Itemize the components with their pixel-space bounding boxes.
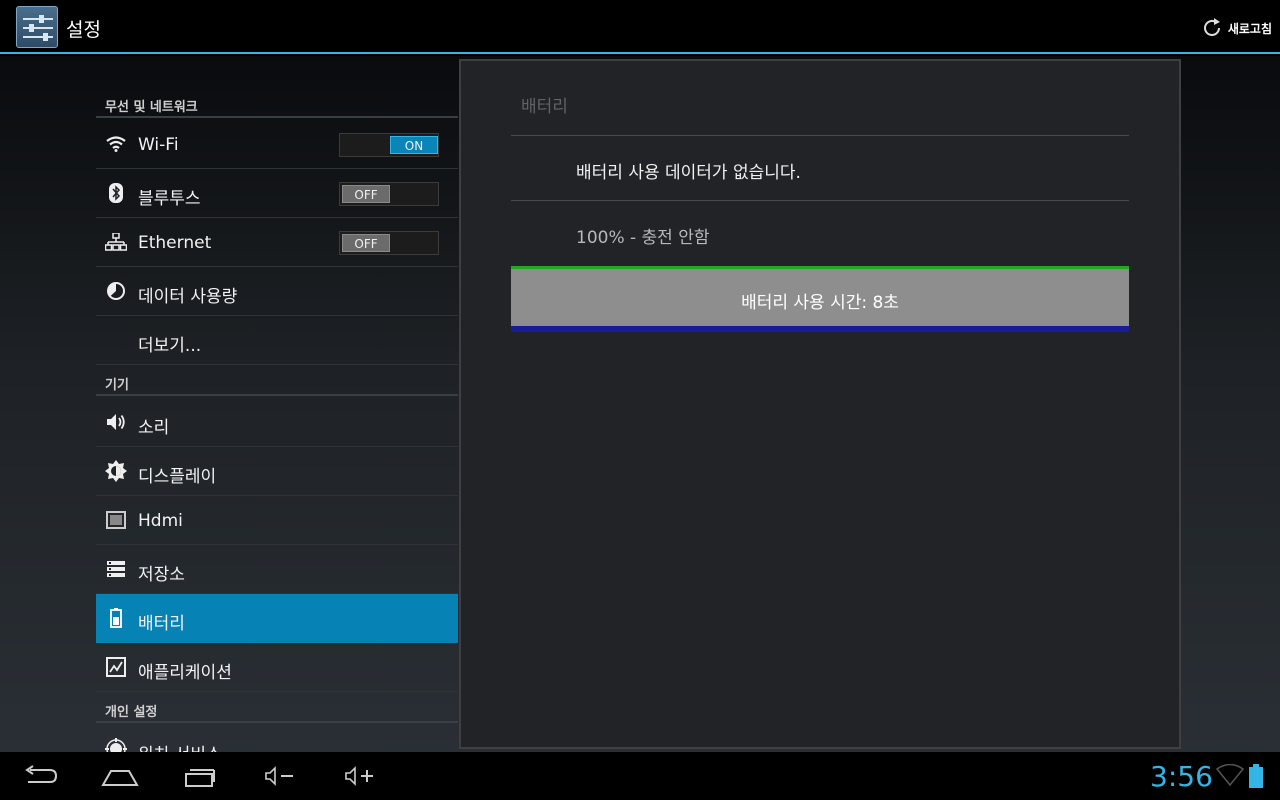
sidebar-item-label: Ethernet	[138, 233, 212, 253]
clock: 3:56	[1150, 760, 1213, 793]
battery-status-icon	[1249, 764, 1263, 788]
battery-detail-panel: 배터리 배터리 사용 데이터가 없습니다. 100% - 충전 안함 배터리 사…	[459, 59, 1181, 749]
ethernet-icon	[105, 231, 127, 253]
section-header-wireless: 무선 및 네트워크	[96, 88, 458, 118]
sidebar-item-hdmi[interactable]: Hdmi	[96, 496, 458, 545]
storage-icon	[105, 558, 127, 580]
divider	[511, 135, 1129, 136]
sidebar-item-label: 위치 서비스	[138, 740, 222, 752]
recent-apps-icon	[185, 769, 215, 787]
volume-down-button[interactable]	[262, 760, 298, 792]
volume-up-icon	[345, 766, 373, 786]
navigation-bar: 3:56	[0, 752, 1280, 800]
volume-up-button[interactable]	[342, 760, 378, 792]
battery-history-bar[interactable]: 배터리 사용 시간: 8초	[511, 266, 1129, 332]
settings-app-icon[interactable]	[16, 6, 58, 48]
sidebar-item-label: 디스플레이	[138, 467, 217, 487]
recent-apps-button[interactable]	[180, 760, 220, 792]
hdmi-icon	[105, 509, 127, 531]
location-icon	[105, 738, 127, 752]
refresh-label: 새로고침	[1227, 21, 1272, 36]
toggle-state-label: OFF	[342, 185, 390, 203]
sidebar-item-label: 배터리	[138, 614, 185, 634]
battery-status-text: 100% - 충전 안함	[576, 228, 710, 248]
sidebar-item-label: 데이터 사용량	[138, 287, 238, 307]
home-icon	[101, 770, 139, 786]
bluetooth-icon	[105, 182, 127, 204]
sidebar-item-label: 애플리케이션	[138, 663, 232, 683]
refresh-button[interactable]: 새로고침	[1200, 14, 1272, 42]
section-header-label: 개인 설정	[105, 705, 158, 720]
sidebar-item-location[interactable]: 위치 서비스	[96, 725, 458, 752]
charge-level-line	[511, 266, 1129, 269]
wifi-status-icon	[1216, 764, 1244, 786]
battery-usage-time: 배터리 사용 시간: 8초	[741, 293, 899, 313]
sidebar-item-label: 블루투스	[138, 189, 201, 209]
ethernet-toggle[interactable]: OFF	[339, 231, 439, 255]
section-header-label: 기기	[105, 378, 129, 393]
sidebar-item-sound[interactable]: 소리	[96, 398, 458, 447]
sidebar-item-storage[interactable]: 저장소	[96, 545, 458, 594]
sidebar-item-label: Wi-Fi	[138, 135, 179, 155]
sidebar-item-label: 저장소	[138, 565, 185, 585]
refresh-icon	[1203, 18, 1220, 36]
section-header-device: 기기	[96, 366, 458, 396]
sidebar-item-more[interactable]: 더보기...	[96, 316, 458, 365]
sidebar-item-battery[interactable]: 배터리	[96, 594, 458, 643]
usage-indicator-line	[511, 326, 1129, 332]
data-usage-icon	[105, 280, 127, 302]
wifi-icon	[105, 133, 127, 155]
brightness-icon	[105, 460, 127, 482]
bluetooth-toggle[interactable]: OFF	[339, 182, 439, 206]
apps-icon	[105, 656, 127, 678]
back-icon	[25, 765, 58, 783]
back-button[interactable]	[20, 760, 60, 792]
divider	[511, 200, 1129, 201]
sidebar-item-ethernet[interactable]: Ethernet OFF	[96, 218, 458, 267]
section-header-label: 무선 및 네트워크	[105, 100, 198, 115]
sidebar-item-label: 더보기...	[138, 336, 202, 356]
no-usage-data-text: 배터리 사용 데이터가 없습니다.	[576, 163, 801, 183]
sidebar-item-label: 소리	[138, 418, 170, 438]
wifi-toggle[interactable]: ON	[339, 133, 439, 157]
section-header-personal: 개인 설정	[96, 693, 458, 723]
sidebar-item-wifi[interactable]: Wi-Fi ON	[96, 120, 458, 169]
toggle-state-label: OFF	[342, 234, 390, 252]
settings-list[interactable]: 무선 및 네트워크 Wi-Fi ON 블루투스 OFF Ethernet OFF…	[96, 56, 458, 752]
action-bar: 설정 새로고침	[0, 0, 1280, 54]
sidebar-item-label: Hdmi	[138, 511, 183, 531]
app-title: 설정	[66, 19, 101, 41]
speaker-icon	[105, 411, 127, 433]
detail-title: 배터리	[521, 97, 568, 117]
sidebar-item-data-usage[interactable]: 데이터 사용량	[96, 267, 458, 316]
sidebar-item-bluetooth[interactable]: 블루투스 OFF	[96, 169, 458, 218]
home-button[interactable]	[100, 760, 140, 792]
toggle-state-label: ON	[390, 136, 438, 154]
volume-down-icon	[265, 766, 293, 786]
sidebar-item-applications[interactable]: 애플리케이션	[96, 643, 458, 692]
battery-icon	[105, 607, 127, 629]
sidebar-item-display[interactable]: 디스플레이	[96, 447, 458, 496]
